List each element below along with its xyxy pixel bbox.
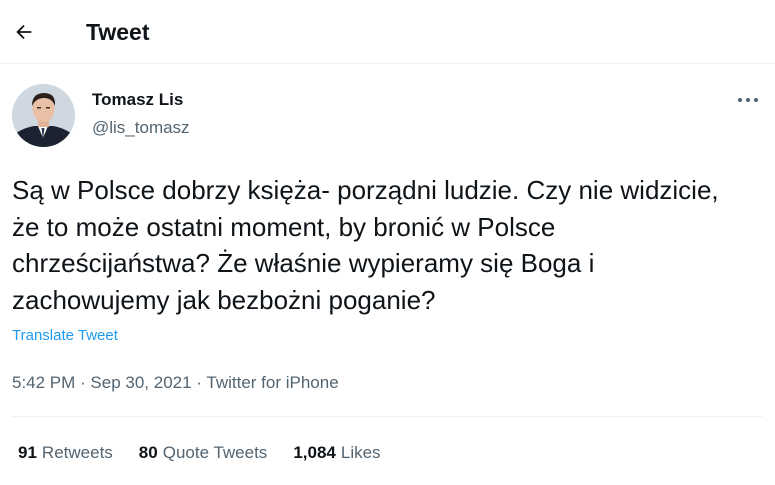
retweets-count: 91 (18, 443, 37, 462)
arrow-left-icon (16, 24, 32, 40)
tweet-meta: 5:42 PM · Sep 30, 2021 · Twitter for iPh… (12, 372, 339, 394)
likes-stat[interactable]: 1,084 Likes (293, 442, 380, 464)
more-icon (738, 98, 758, 102)
page-title: Tweet (86, 19, 150, 45)
author-name[interactable]: Tomasz Lis (92, 89, 183, 111)
meta-separator: · (191, 373, 207, 392)
header-bar: Tweet (0, 0, 775, 64)
tweet-stats: 91 Retweets 80 Quote Tweets 1,084 Likes (18, 442, 407, 464)
likes-count: 1,084 (293, 443, 336, 462)
retweets-label: Retweets (41, 443, 113, 462)
tweet-source[interactable]: Twitter for iPhone (206, 373, 338, 392)
quote-tweets-label: Quote Tweets (162, 443, 268, 462)
quote-tweets-count: 80 (138, 443, 158, 462)
avatar-image (12, 84, 75, 147)
meta-separator: · (75, 373, 91, 392)
likes-label: Likes (340, 443, 381, 462)
divider (12, 416, 763, 417)
more-options-button[interactable] (732, 88, 764, 112)
quote-tweets-stat[interactable]: 80 Quote Tweets (139, 442, 268, 464)
tweet-time[interactable]: 5:42 PM (12, 373, 75, 392)
author-handle[interactable]: @lis_tomasz (92, 117, 190, 139)
avatar[interactable] (12, 84, 75, 147)
tweet-date[interactable]: Sep 30, 2021 (90, 373, 191, 392)
retweets-stat[interactable]: 91 Retweets (18, 442, 113, 464)
tweet-text: Są w Polsce dobrzy księża- porządni ludz… (12, 175, 719, 315)
translate-tweet-link[interactable]: Translate Tweet (12, 326, 118, 346)
back-button[interactable] (4, 12, 44, 52)
